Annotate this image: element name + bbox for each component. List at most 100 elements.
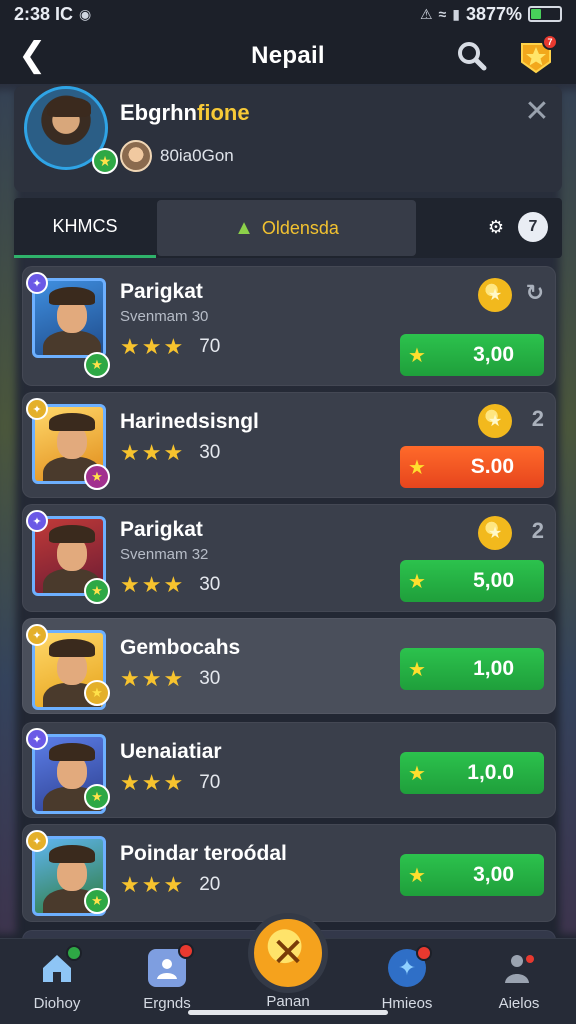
- portrait-hat: [49, 639, 95, 657]
- hero-count: 70: [199, 772, 221, 793]
- avatar-hat: [47, 97, 91, 117]
- star-rating: ★ ★ ★ 30: [120, 572, 220, 598]
- hero-name: Poindar teroódal: [120, 842, 287, 865]
- refresh-icon[interactable]: ↻: [526, 280, 544, 306]
- star-icon: ★: [163, 666, 184, 691]
- list-item[interactable]: ✦ ★ Gembocahs ★ ★ ★ 30 ★ 1,00: [22, 618, 556, 714]
- tab-oldensda-label: Oldensda: [261, 217, 339, 238]
- buy-button[interactable]: ★ 5,00: [400, 560, 544, 602]
- nav-item-profile[interactable]: Aielos: [474, 949, 564, 1019]
- portrait-hat: [49, 287, 95, 305]
- battery-icon: [528, 6, 562, 22]
- list-item[interactable]: ✦ ★ Parigkat Svenmam 32 ★ ★ ★ 30 ★ 2 ★ 5,00: [22, 504, 556, 612]
- list-item[interactable]: ✦ ★ Parigkat Svenmam 30 ★ ★ ★ 70 ★ ↻ ★ 3,00: [22, 266, 556, 386]
- close-icon[interactable]: ✕: [522, 97, 552, 128]
- mini-avatar: [120, 140, 152, 172]
- home-indicator[interactable]: [188, 1010, 388, 1015]
- rank-badge-icon: ★: [84, 352, 110, 378]
- buy-button[interactable]: ★ 3,00: [400, 854, 544, 896]
- class-badge-icon: ✦: [26, 624, 48, 646]
- hero-subtitle: Svenmam 30: [120, 308, 209, 325]
- portrait-hat: [49, 845, 95, 863]
- star-rating: ★ ★ ★ 70: [120, 334, 220, 360]
- price-label: 5,00: [473, 569, 514, 592]
- tab-oldensda[interactable]: ▲ Oldensda: [157, 200, 416, 256]
- hero-name: Parigkat: [120, 518, 203, 541]
- buy-button[interactable]: ★ 3,00: [400, 334, 544, 376]
- nav-label-heroes: Hmieos: [381, 995, 433, 1012]
- nav-item-friends[interactable]: Ergnds: [122, 943, 212, 1019]
- status-right: ⚠ ≈ ▮ 3877%: [420, 4, 562, 25]
- rank-badge-icon: ★: [84, 578, 110, 604]
- price-label: 1,00: [473, 657, 514, 680]
- tab-khmcs[interactable]: KHMCS: [14, 198, 156, 258]
- star-icon: ★: [408, 658, 426, 681]
- top-bar: ❮ Nepail 7: [0, 28, 576, 84]
- home-icon: [38, 945, 82, 987]
- list-item[interactable]: ✦ ★ Harinedsisngl ★ ★ ★ 30 ★ 2 ★ S.00: [22, 392, 556, 498]
- hero-name: Uenaiatiar: [120, 740, 222, 763]
- star-icon: ★: [163, 872, 184, 897]
- star-icon: ★: [141, 440, 162, 465]
- star-icon: ★: [408, 456, 426, 479]
- star-icon: ★: [163, 334, 184, 359]
- hero-count: 30: [199, 442, 221, 463]
- refresh-icon[interactable]: 2: [532, 406, 544, 432]
- heroes-icon: ✦: [388, 945, 432, 987]
- star-icon: ★: [408, 344, 426, 367]
- class-badge-icon: ✦: [26, 728, 48, 750]
- hero-count: 20: [199, 874, 221, 895]
- star-rating: ★ ★ ★ 20: [120, 872, 220, 898]
- profile-name-prefix: Ebgrhn: [120, 100, 197, 125]
- search-icon[interactable]: [456, 40, 488, 72]
- level-badge-icon: ★: [92, 148, 118, 174]
- buy-button[interactable]: ★ S.00: [400, 446, 544, 488]
- home-badge: [66, 945, 82, 961]
- page-title: Nepail: [251, 42, 325, 69]
- nav-item-heroes[interactable]: ✦ Hmieos: [362, 945, 452, 1019]
- star-icon: ★: [163, 770, 184, 795]
- count-badge[interactable]: 7: [518, 212, 548, 242]
- friends-badge: [178, 943, 194, 959]
- notification-badge: 7: [542, 34, 558, 50]
- star-rating: ★ ★ ★ 30: [120, 440, 220, 466]
- refresh-icon[interactable]: 2: [532, 518, 544, 544]
- rank-badge-icon: ★: [84, 680, 110, 706]
- gear-icon[interactable]: ⚙: [488, 217, 504, 238]
- class-badge-icon: ✦: [26, 272, 48, 294]
- star-badge-icon[interactable]: 7: [516, 34, 558, 76]
- nav-item-home[interactable]: Diohoy: [12, 945, 102, 1019]
- notification-icon: ◉: [79, 5, 92, 22]
- gold-coin-icon: ★: [478, 404, 512, 438]
- star-icon: ★: [120, 440, 140, 465]
- nav-label-friends: Ergnds: [143, 995, 191, 1012]
- star-rating: ★ ★ ★ 70: [120, 770, 220, 796]
- class-badge-icon: ✦: [26, 830, 48, 852]
- profile-card[interactable]: ★ Ebgrhnfione 80ia0Gon ✕: [14, 86, 562, 192]
- star-icon: ★: [120, 572, 140, 597]
- star-icon: ★: [408, 864, 426, 887]
- buy-button[interactable]: ★ 1,0.0: [400, 752, 544, 794]
- list-item[interactable]: ✦ ★ Uenaiatiar ★ ★ ★ 70 ★ 1,0.0: [22, 722, 556, 818]
- profile-name-accent: fione: [197, 100, 250, 125]
- signal-icon: ▮: [452, 5, 460, 22]
- profile-subtitle: 80ia0Gon: [160, 146, 234, 165]
- nav-label-center: Panan: [266, 993, 310, 1010]
- star-icon: ★: [120, 770, 140, 795]
- star-icon: ★: [408, 762, 426, 785]
- rank-badge-icon: ★: [84, 784, 110, 810]
- gold-coin-icon: ★: [478, 278, 512, 312]
- star-icon: ★: [408, 570, 426, 593]
- list-item[interactable]: ✦ ★ Poindar teroódal ★ ★ ★ 20 ★ 3,00: [22, 824, 556, 922]
- star-icon: ★: [163, 440, 184, 465]
- profile-icon: [500, 949, 538, 987]
- rank-badge-icon: ★: [84, 464, 110, 490]
- back-arrow-icon[interactable]: ❮: [18, 38, 54, 74]
- nav-label-profile: Aielos: [498, 995, 540, 1012]
- alert-icon: ⚠: [419, 5, 433, 22]
- tab-right-controls: ⚙ 7: [488, 212, 548, 242]
- buy-button[interactable]: ★ 1,00: [400, 648, 544, 690]
- battle-button-icon[interactable]: ✕: [248, 913, 328, 993]
- star-icon: ★: [120, 666, 140, 691]
- hero-name: Parigkat: [120, 280, 203, 303]
